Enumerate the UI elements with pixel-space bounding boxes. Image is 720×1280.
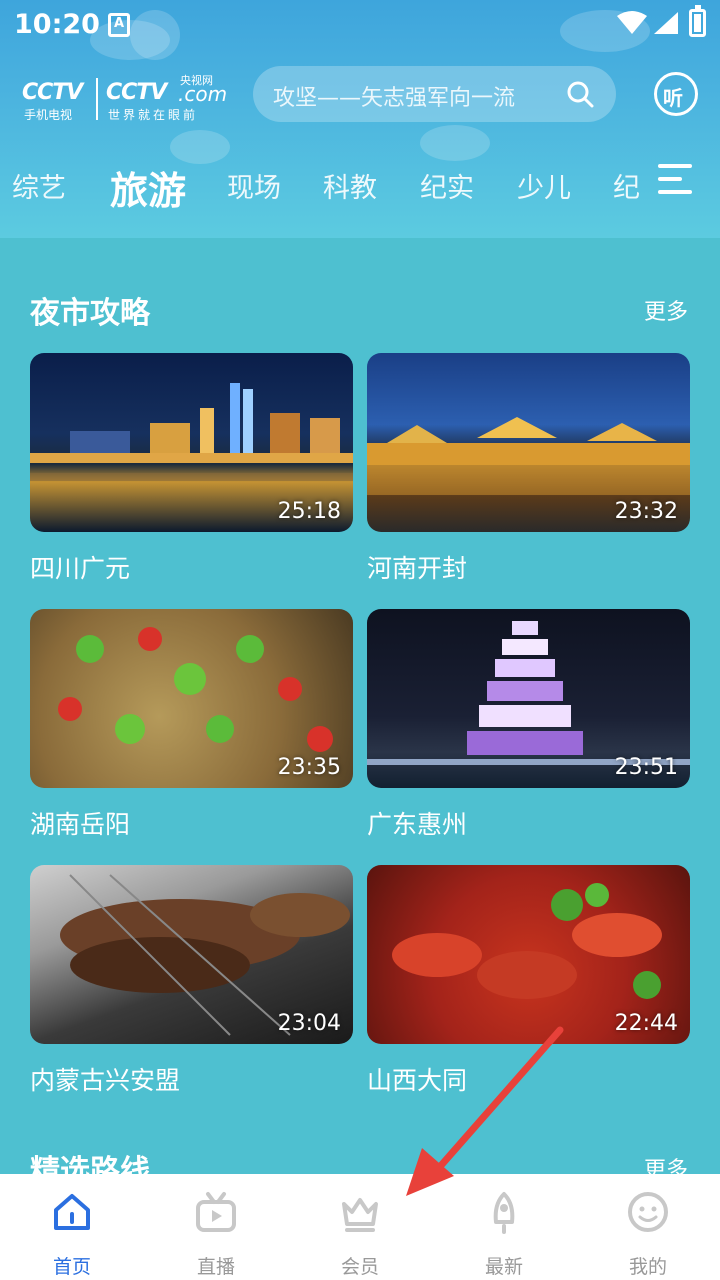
- video-thumbnail: 23:32: [367, 353, 690, 532]
- status-bar: 10:20 A: [0, 0, 720, 50]
- nav-home[interactable]: 首页: [0, 1174, 144, 1280]
- tab-variety[interactable]: 综艺: [12, 166, 66, 205]
- video-duration: 23:04: [277, 1011, 341, 1036]
- video-thumbnail: 23:51: [367, 609, 690, 788]
- more-link[interactable]: 更多: [644, 294, 688, 326]
- tab-travel[interactable]: 旅游: [110, 160, 186, 215]
- crown-icon: [342, 1198, 378, 1232]
- search-placeholder: 攻坚——矢志强军向一流: [273, 86, 516, 111]
- video-duration: 23:32: [614, 499, 678, 524]
- logo-com: .com: [178, 82, 228, 106]
- tab-live-scene[interactable]: 现场: [227, 166, 281, 205]
- notification-icon: A: [108, 13, 130, 37]
- video-title: 四川广元: [30, 554, 131, 583]
- video-title: 湖南岳阳: [30, 810, 131, 839]
- logo-divider: [96, 78, 98, 120]
- logo-sub2: 世界就在眼前: [108, 108, 199, 122]
- annotation-arrow: [406, 1026, 564, 1196]
- section-title: 夜市攻略: [30, 296, 150, 331]
- clock: 10:20: [14, 9, 100, 40]
- search-icon[interactable]: [566, 80, 594, 108]
- category-tabs: 综艺 旅游 现场 科教 纪实 少儿 纪: [0, 150, 640, 220]
- video-title: 内蒙古兴安盟: [30, 1066, 181, 1095]
- tab-science[interactable]: 科教: [323, 166, 377, 205]
- video-duration: 23:51: [614, 755, 678, 780]
- nav-label: 我的: [628, 1256, 667, 1278]
- nav-live[interactable]: 直播: [144, 1174, 288, 1280]
- tab-kids[interactable]: 少儿: [517, 166, 571, 205]
- profile-icon: [628, 1192, 668, 1232]
- video-thumbnail: 23:04: [30, 865, 353, 1044]
- cctv-logo: CCTV 手机电视 CCTV 央视网 .com 世界就在眼前: [22, 70, 227, 126]
- logo-cctv-text: CCTV: [22, 80, 83, 105]
- tab-documentary[interactable]: 纪实: [420, 166, 474, 205]
- nav-label: 最新: [484, 1256, 523, 1278]
- header: 10:20 A CCTV 手机电视 CCTV 央视网 .com 世界就在眼前 攻…: [0, 0, 720, 238]
- nav-label: 首页: [52, 1256, 91, 1278]
- listen-label: 听: [663, 86, 683, 110]
- logo-sub1: 手机电视: [24, 108, 73, 122]
- video-duration: 23:35: [277, 755, 341, 780]
- wifi-icon: [617, 11, 647, 34]
- tv-icon: [196, 1192, 236, 1232]
- video-thumbnail: 23:35: [30, 609, 353, 788]
- signal-icon: [654, 12, 678, 34]
- video-duration: 22:44: [614, 1011, 678, 1036]
- tab-more-partial[interactable]: 纪: [613, 166, 640, 205]
- nav-mine[interactable]: 我的: [576, 1174, 720, 1280]
- bottom-nav: 首页 直播 会员 最新 我的: [0, 1174, 720, 1280]
- listen-button[interactable]: 听: [654, 72, 698, 116]
- home-icon: [54, 1194, 90, 1230]
- nav-label: 会员: [340, 1256, 379, 1278]
- menu-icon[interactable]: [658, 164, 692, 194]
- logo-cctv-com-text: CCTV: [106, 80, 167, 105]
- search-input[interactable]: 攻坚——矢志强军向一流: [253, 66, 616, 122]
- video-thumbnail: 25:18: [30, 353, 353, 532]
- video-title: 河南开封: [367, 554, 468, 583]
- video-duration: 25:18: [277, 499, 341, 524]
- nav-label: 直播: [196, 1256, 235, 1278]
- video-title: 广东惠州: [367, 810, 468, 839]
- video-thumbnail: 22:44: [367, 865, 690, 1044]
- battery-icon: [689, 5, 706, 37]
